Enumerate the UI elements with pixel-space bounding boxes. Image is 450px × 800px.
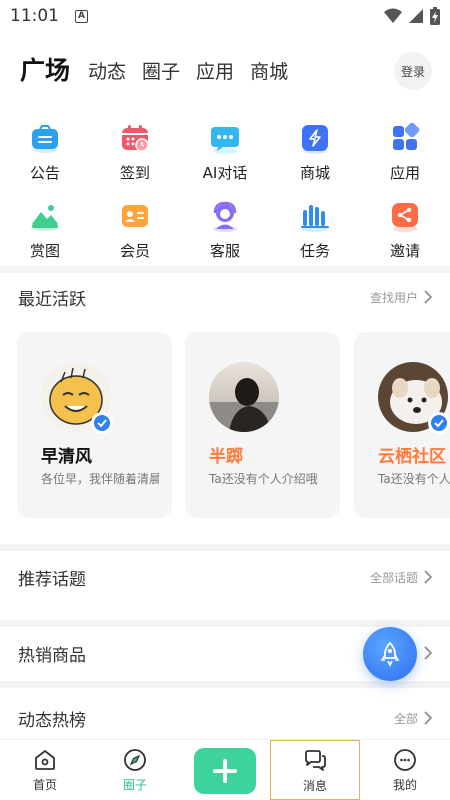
grid-item-apps[interactable]: 应用: [360, 122, 450, 190]
ai-chat-icon: [211, 127, 239, 154]
all-topics-link[interactable]: 全部话题: [370, 569, 432, 586]
nav-label: 首页: [32, 778, 57, 792]
rocket-icon: [380, 642, 400, 667]
hot-goods-more[interactable]: [424, 646, 432, 660]
tab-square[interactable]: 广场: [20, 51, 70, 90]
grid-item-announcement[interactable]: 公告: [0, 122, 90, 190]
hot-goods-title: 热销商品: [18, 645, 86, 666]
avatar: [209, 362, 279, 432]
chevron-right-icon: [424, 570, 432, 584]
grid-label: AI对话: [202, 164, 248, 182]
login-button[interactable]: 登录: [394, 52, 432, 90]
invite-share-icon: [392, 203, 418, 232]
task-bars-icon: [301, 205, 329, 232]
chevron-right-icon: [424, 711, 432, 725]
divider: [0, 681, 450, 688]
chat-bubbles-icon: [305, 750, 326, 771]
quick-entry-grid: 公告 签到 AI对话 商城 应用 赏图 会员 客服 任务 邀请: [0, 122, 450, 268]
nav-mine[interactable]: 我的: [360, 740, 450, 800]
divider: [0, 544, 450, 551]
status-time: 11:01: [10, 6, 59, 26]
grid-label: 客服: [209, 242, 240, 260]
grid-label: 应用: [389, 164, 420, 182]
all-posts-label: 全部: [393, 711, 418, 726]
grid-label: 邀请: [389, 242, 420, 260]
hot-posts-title: 动态热榜: [18, 710, 86, 731]
verified-badge-icon: [428, 412, 450, 434]
announcement-icon: [32, 125, 58, 153]
user-name: 云栖社区: [378, 447, 446, 467]
nav-home[interactable]: 首页: [0, 740, 90, 800]
grid-item-gallery[interactable]: 赏图: [0, 200, 90, 268]
battery-icon: [430, 7, 440, 25]
top-tabs: 广场 动态 圈子 应用 商城 登录: [20, 52, 432, 90]
user-name: 半踯: [209, 447, 243, 467]
rocket-fab-button[interactable]: [363, 627, 417, 681]
divider: [0, 266, 450, 273]
grid-label: 任务: [299, 242, 330, 260]
nav-label: 圈子: [122, 778, 147, 792]
customer-service-icon: [213, 201, 237, 232]
grid-label: 赏图: [29, 242, 60, 260]
bottom-nav: 首页 圈子 消息 我的: [0, 739, 450, 800]
status-bar: 11:01 A: [0, 0, 450, 32]
signal-icon: [409, 9, 423, 23]
plus-icon: [213, 759, 237, 783]
nav-messages[interactable]: 消息: [270, 740, 360, 800]
verified-badge-icon: [91, 412, 113, 434]
grid-label: 会员: [119, 242, 150, 260]
notification-a-icon: A: [75, 9, 88, 23]
person-photo-avatar: [209, 362, 279, 432]
member-card-icon: [122, 205, 148, 227]
shop-bolt-icon: [302, 125, 328, 154]
tab-shop[interactable]: 商城: [250, 57, 288, 90]
nav-label: 消息: [302, 779, 327, 793]
chevron-right-icon: [424, 646, 432, 660]
apps-icon: [393, 122, 420, 150]
user-card[interactable]: 云栖社区 Ta还没有个人介绍哦: [354, 332, 450, 518]
grid-item-member[interactable]: 会员: [90, 200, 180, 268]
compass-icon: [124, 749, 146, 771]
grid-item-service[interactable]: 客服: [180, 200, 270, 268]
find-user-label: 查找用户: [369, 290, 418, 305]
topics-title: 推荐话题: [18, 569, 86, 590]
hot-posts-header: 动态热榜 全部: [18, 703, 432, 733]
all-topics-label: 全部话题: [369, 570, 418, 585]
profile-face-icon: [394, 749, 416, 771]
nav-publish[interactable]: [180, 740, 270, 800]
tab-feed[interactable]: 动态: [88, 57, 126, 90]
all-posts-link[interactable]: 全部: [394, 710, 432, 727]
nav-label: 我的: [392, 778, 417, 792]
checkin-calendar-icon: [122, 125, 149, 152]
status-indicators: [384, 7, 440, 25]
user-card[interactable]: 半踯 Ta还没有个人介绍哦: [185, 332, 340, 518]
wifi-icon: [384, 8, 402, 23]
user-bio: 各位早，我伴随着清晨: [41, 472, 159, 486]
nav-circles[interactable]: 圈子: [90, 740, 180, 800]
divider: [0, 620, 450, 627]
chevron-right-icon: [424, 290, 432, 304]
tab-apps[interactable]: 应用: [196, 57, 234, 90]
recent-active-title: 最近活跃: [18, 289, 86, 310]
grid-item-checkin[interactable]: 签到: [90, 122, 180, 190]
user-name: 早清风: [41, 447, 92, 467]
publish-button[interactable]: [194, 748, 256, 794]
home-icon: [35, 750, 55, 770]
grid-item-shop[interactable]: 商城: [270, 122, 360, 190]
tab-circles[interactable]: 圈子: [142, 57, 180, 90]
grid-item-ai-chat[interactable]: AI对话: [180, 122, 270, 190]
grid-label: 签到: [119, 164, 150, 182]
grid-item-tasks[interactable]: 任务: [270, 200, 360, 268]
grid-label: 公告: [29, 164, 60, 182]
topics-header: 推荐话题 全部话题: [18, 562, 432, 592]
user-card[interactable]: 早清风 各位早，我伴随着清晨: [17, 332, 172, 518]
user-bio: Ta还没有个人介绍哦: [378, 472, 450, 486]
grid-item-invite[interactable]: 邀请: [360, 200, 450, 268]
picture-icon: [31, 205, 59, 231]
recent-users-carousel[interactable]: 早清风 各位早，我伴随着清晨 半踯 Ta还没有个人介绍哦 云栖社区 Ta还没有个…: [17, 332, 450, 518]
recent-active-header: 最近活跃 查找用户: [18, 282, 432, 312]
grid-label: 商城: [299, 164, 330, 182]
find-user-link[interactable]: 查找用户: [370, 289, 432, 306]
user-bio: Ta还没有个人介绍哦: [209, 472, 318, 486]
